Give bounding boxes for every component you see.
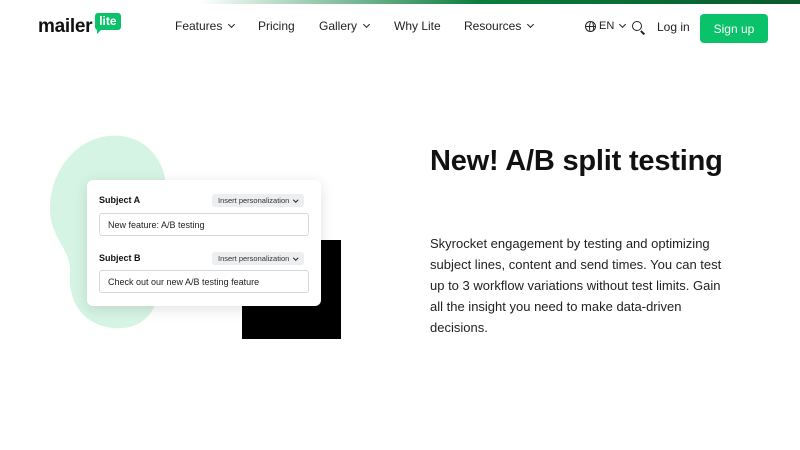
site-header: mailer lite Features Pricing Gallery Why… — [0, 4, 800, 50]
chevron-down-icon — [293, 255, 299, 260]
nav-why-lite-label: Why Lite — [394, 19, 441, 33]
globe-icon — [585, 20, 596, 32]
subject-a-label: Subject A — [99, 195, 141, 205]
subject-b-input[interactable]: Check out our new A/B testing feature — [99, 270, 309, 293]
chevron-down-icon — [619, 20, 627, 29]
chevron-down-icon — [362, 20, 371, 29]
hero-title: New! A/B split testing — [430, 145, 723, 177]
chevron-down-icon — [228, 20, 236, 29]
nav-gallery-label: Gallery — [319, 19, 358, 33]
nav-resources-label: Resources — [464, 19, 522, 33]
nav-pricing[interactable]: Pricing — [258, 19, 295, 33]
chevron-down-icon — [527, 20, 535, 29]
nav-features[interactable]: Features — [175, 19, 236, 33]
insert-personalization-label: Insert personalization — [218, 196, 290, 205]
subject-lines-card: Subject A Insert personalization New fea… — [87, 180, 321, 306]
nav-gallery[interactable]: Gallery — [319, 19, 371, 33]
nav-features-label: Features — [175, 19, 223, 33]
nav-why-lite[interactable]: Why Lite — [394, 19, 441, 33]
nav-resources[interactable]: Resources — [464, 19, 535, 33]
subject-a-input[interactable]: New feature: A/B testing — [99, 213, 309, 236]
login-link[interactable]: Log in — [657, 20, 690, 34]
insert-personalization-label: Insert personalization — [218, 254, 290, 263]
nav-pricing-label: Pricing — [258, 19, 295, 33]
search-icon[interactable] — [632, 21, 642, 31]
language-label: EN — [599, 20, 615, 32]
language-selector[interactable]: EN — [585, 20, 627, 32]
chevron-down-icon — [293, 197, 299, 202]
insert-personalization-button-b[interactable]: Insert personalization — [212, 252, 304, 265]
insert-personalization-button-a[interactable]: Insert personalization — [212, 194, 304, 207]
signup-button[interactable]: Sign up — [700, 14, 768, 43]
subject-b-label: Subject B — [99, 253, 141, 263]
hero-description: Skyrocket engagement by testing and opti… — [430, 236, 722, 335]
